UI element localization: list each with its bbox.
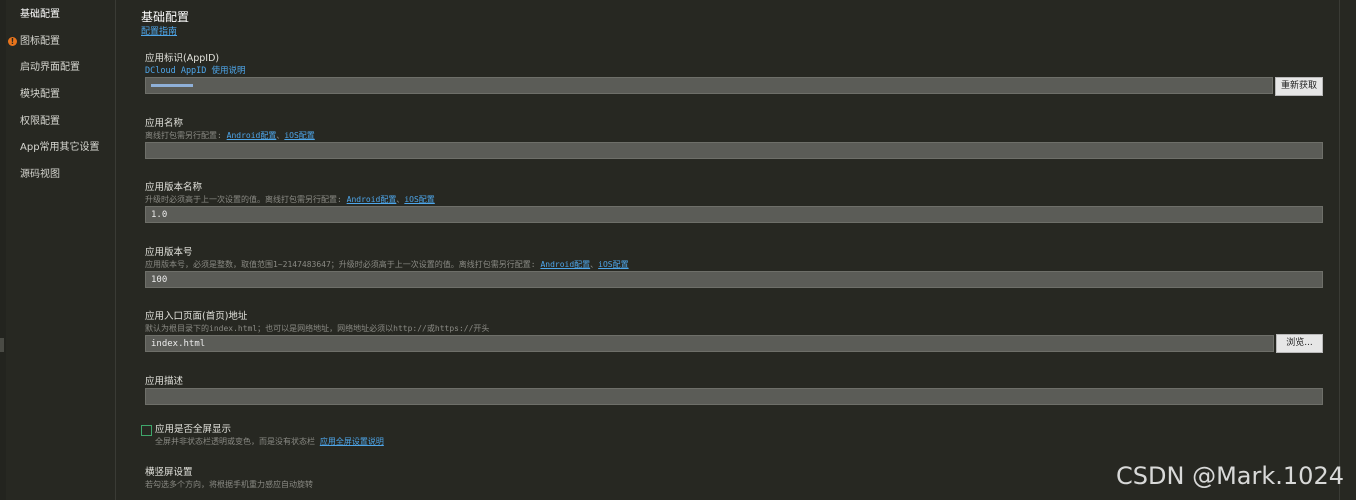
fullscreen-section: 应用是否全屏显示 全屏并非状态栏透明或变色，而是没有状态栏 应用全屏设置说明 bbox=[155, 423, 384, 448]
version-code-desc: 应用版本号，必须是整数，取值范围1~2147483647；升级时必须高于上一次设… bbox=[145, 259, 629, 271]
browse-button[interactable]: 浏览... bbox=[1276, 334, 1323, 353]
orientation-label: 横竖屏设置 bbox=[145, 467, 193, 478]
entry-page-section: 应用入口页面(首页)地址 默认为根目录下的index.html；也可以是网络地址… bbox=[145, 310, 489, 335]
description-section: 应用描述 bbox=[145, 375, 183, 388]
description-label: 应用描述 bbox=[145, 376, 184, 387]
sidebar: 基础配置 ! 图标配置 启动界面配置 模块配置 权限配置 App常用其它设置 源… bbox=[6, 0, 116, 500]
android-config-link[interactable]: Android配置 bbox=[347, 195, 397, 204]
entry-page-field[interactable]: index.html bbox=[145, 335, 1274, 352]
version-code-label: 应用版本号 bbox=[145, 247, 193, 258]
app-name-desc: 离线打包需另行配置: Android配置、iOS配置 bbox=[145, 130, 315, 142]
separator: 、 bbox=[590, 260, 599, 269]
redacted-value bbox=[151, 84, 193, 87]
appid-section: 应用标识(AppID) DCloud AppID 使用说明 bbox=[145, 52, 246, 77]
refresh-appid-button[interactable]: 重新获取 bbox=[1275, 77, 1323, 96]
desc-text: 离线打包需另行配置: bbox=[145, 131, 227, 140]
version-code-field[interactable]: 100 bbox=[145, 271, 1323, 288]
desc-text: 全屏并非状态栏透明或变色，而是没有状态栏 bbox=[155, 437, 320, 446]
orientation-desc: 若勾选多个方向，将根据手机重力感应自动旋转 bbox=[145, 480, 313, 489]
version-code-section: 应用版本号 应用版本号，必须是整数，取值范围1~2147483647；升级时必须… bbox=[145, 246, 629, 271]
sidebar-item-permissions[interactable]: 权限配置 bbox=[20, 112, 60, 132]
fullscreen-label: 应用是否全屏显示 bbox=[155, 424, 232, 435]
version-name-section: 应用版本名称 升级时必须高于上一次设置的值。离线打包需另行配置: Android… bbox=[145, 181, 435, 206]
config-guide-link[interactable]: 配置指南 bbox=[141, 24, 177, 37]
version-name-desc: 升级时必须高于上一次设置的值。离线打包需另行配置: Android配置、iOS配… bbox=[145, 194, 435, 206]
sidebar-item-app-other[interactable]: App常用其它设置 bbox=[20, 138, 100, 158]
watermark: CSDN @Mark.1024 bbox=[1116, 462, 1344, 490]
android-config-link[interactable]: Android配置 bbox=[227, 131, 277, 140]
appid-field[interactable] bbox=[145, 77, 1273, 94]
sidebar-item-modules[interactable]: 模块配置 bbox=[20, 85, 60, 105]
app-name-label: 应用名称 bbox=[145, 118, 184, 129]
fullscreen-desc: 全屏并非状态栏透明或变色，而是没有状态栏 应用全屏设置说明 bbox=[155, 436, 384, 448]
ios-config-link[interactable]: iOS配置 bbox=[598, 260, 628, 269]
collapse-handle[interactable] bbox=[0, 338, 4, 352]
android-config-link[interactable]: Android配置 bbox=[540, 260, 590, 269]
entry-page-label: 应用入口页面(首页)地址 bbox=[145, 311, 248, 322]
fullscreen-checkbox[interactable] bbox=[141, 425, 152, 436]
fullscreen-help-link[interactable]: 应用全屏设置说明 bbox=[320, 437, 384, 446]
orientation-section: 横竖屏设置 若勾选多个方向，将根据手机重力感应自动旋转 bbox=[145, 466, 313, 491]
sidebar-item-icons[interactable]: 图标配置 bbox=[20, 32, 60, 52]
app-name-field[interactable] bbox=[145, 142, 1323, 159]
version-name-label: 应用版本名称 bbox=[145, 182, 203, 193]
sidebar-item-source-view[interactable]: 源码视图 bbox=[20, 165, 60, 185]
vertical-scrollbar[interactable] bbox=[1339, 0, 1356, 500]
warning-icon: ! bbox=[8, 37, 17, 46]
desc-text: 应用版本号，必须是整数，取值范围1~2147483647；升级时必须高于上一次设… bbox=[145, 260, 541, 269]
appid-label: 应用标识(AppID) bbox=[145, 53, 220, 64]
desc-text: 升级时必须高于上一次设置的值。离线打包需另行配置: bbox=[145, 195, 347, 204]
ios-config-link[interactable]: iOS配置 bbox=[284, 131, 314, 140]
main-panel: 基础配置 配置指南 应用标识(AppID) DCloud AppID 使用说明 … bbox=[116, 0, 1340, 500]
sidebar-item-basic[interactable]: 基础配置 bbox=[20, 5, 60, 25]
entry-page-desc: 默认为根目录下的index.html；也可以是网络地址，网络地址必须以http:… bbox=[145, 324, 490, 333]
description-field[interactable] bbox=[145, 388, 1323, 405]
appid-help-link[interactable]: DCloud AppID 使用说明 bbox=[145, 65, 246, 77]
app-name-section: 应用名称 离线打包需另行配置: Android配置、iOS配置 bbox=[145, 117, 315, 142]
page-title: 基础配置 bbox=[141, 10, 190, 24]
sidebar-item-splash[interactable]: 启动界面配置 bbox=[20, 58, 80, 78]
ios-config-link[interactable]: iOS配置 bbox=[404, 195, 434, 204]
version-name-field[interactable]: 1.0 bbox=[145, 206, 1323, 223]
